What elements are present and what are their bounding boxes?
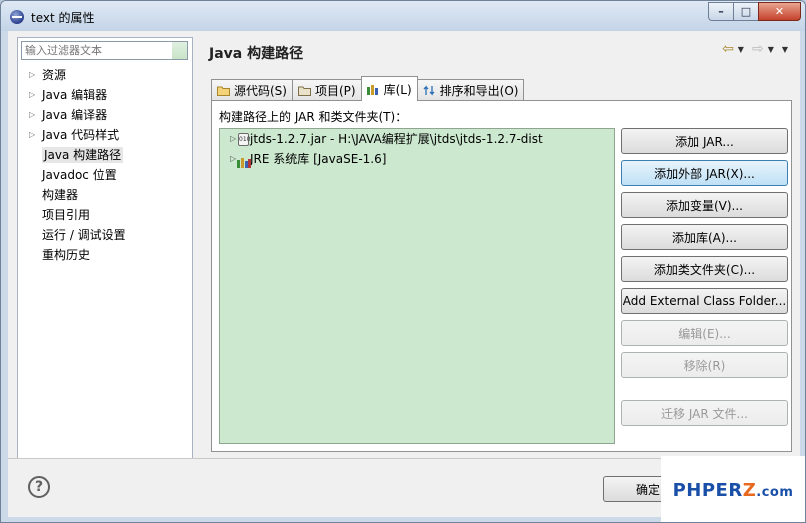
view-menu-chevron-down-icon[interactable]: ▼ <box>782 45 788 54</box>
minimize-button[interactable]: – <box>708 2 734 21</box>
tab-order-export-label: 排序和导出(O) <box>439 84 519 98</box>
tree-item-java-editor[interactable]: ▷ Java 编辑器 <box>18 85 192 105</box>
filter-field <box>21 41 188 60</box>
tree-item-run-debug-settings[interactable]: 运行 / 调试设置 <box>18 225 192 245</box>
window-title: text 的属性 <box>31 11 95 25</box>
filter-clear-icon[interactable] <box>172 42 187 59</box>
tree-item-label: Java 代码样式 <box>42 128 120 142</box>
jar-list[interactable]: ▷ 010 jtds-1.2.7.jar - H:\JAVA编程扩展\jtds\… <box>219 128 615 444</box>
tree-item-label: Javadoc 位置 <box>42 168 117 182</box>
tree-item-label: 运行 / 调试设置 <box>42 228 126 242</box>
jar-list-label: 构建路径上的 JAR 和类文件夹(T)： <box>219 110 408 124</box>
library-icon <box>237 154 251 168</box>
build-path-tabs: 源代码(S) 项目(P) 库(L) 排序和导出(O) <box>211 76 525 101</box>
edit-button[interactable]: 编辑(E)... <box>621 320 788 346</box>
add-variable-button[interactable]: 添加变量(V)... <box>621 192 788 218</box>
remove-button[interactable]: 移除(R) <box>621 352 788 378</box>
page-title: Java 构建路径 <box>209 46 304 62</box>
tree-item-builders[interactable]: 构建器 <box>18 185 192 205</box>
tree-item-resource[interactable]: ▷ 资源 <box>18 65 192 85</box>
filter-input[interactable] <box>22 42 187 59</box>
add-jar-button[interactable]: 添加 JAR... <box>621 128 788 154</box>
maximize-button[interactable]: □ <box>733 2 759 21</box>
dialog-client: ▷ 资源 ▷ Java 编辑器 ▷ Java 编译器 ▷ Java 代码样式 J… <box>8 31 800 517</box>
window-controls: – □ ✕ <box>708 2 801 21</box>
help-icon[interactable]: ? <box>28 476 50 498</box>
add-external-class-folder-button[interactable]: Add External Class Folder... <box>621 288 788 314</box>
title-bar[interactable]: text 的属性 – □ ✕ <box>1 1 805 31</box>
tab-projects[interactable]: 项目(P) <box>291 79 362 101</box>
history-nav: ⇦ ▼ ⇨ ▼ ▼ <box>722 41 792 57</box>
back-arrow-icon[interactable]: ⇦ <box>722 41 734 57</box>
add-library-button[interactable]: 添加库(A)... <box>621 224 788 250</box>
add-class-folder-button[interactable]: 添加类文件夹(C)... <box>621 256 788 282</box>
tree-item-java-build-path[interactable]: Java 构建路径 <box>18 145 192 165</box>
tree-item-label: 资源 <box>42 68 67 82</box>
tab-projects-label: 项目(P) <box>314 84 356 98</box>
expand-arrow-icon[interactable]: ▷ <box>29 125 35 145</box>
expand-arrow-icon[interactable]: ▷ <box>29 65 35 85</box>
tab-order-export[interactable]: 排序和导出(O) <box>416 79 525 101</box>
tab-source[interactable]: 源代码(S) <box>211 79 293 101</box>
property-page-tree: ▷ 资源 ▷ Java 编辑器 ▷ Java 编译器 ▷ Java 代码样式 J… <box>17 37 193 459</box>
tree-item-javadoc-location[interactable]: Javadoc 位置 <box>18 165 192 185</box>
tree-item-refactoring-history[interactable]: 重构历史 <box>18 245 192 265</box>
add-external-jar-button[interactable]: 添加外部 JAR(X)... <box>621 160 788 186</box>
expand-arrow-icon[interactable]: ▷ <box>230 129 236 149</box>
tree-item-java-compiler[interactable]: ▷ Java 编译器 <box>18 105 192 125</box>
expand-arrow-icon[interactable]: ▷ <box>29 85 35 105</box>
tab-libraries-label: 库(L) <box>383 82 412 97</box>
back-menu-chevron-down-icon[interactable]: ▼ <box>738 45 744 54</box>
expand-arrow-icon[interactable]: ▷ <box>230 149 236 169</box>
tab-source-label: 源代码(S) <box>234 84 287 98</box>
tree-item-label: 项目引用 <box>42 208 91 222</box>
project-icon <box>297 85 311 96</box>
list-item-label: jtds-1.2.7.jar - H:\JAVA编程扩展\jtds\jtds-1… <box>250 132 543 146</box>
tree-item-label: Java 构建路径 <box>42 147 124 163</box>
tree-item-java-code-style[interactable]: ▷ Java 代码样式 <box>18 125 192 145</box>
properties-dialog: text 的属性 – □ ✕ ▷ 资源 ▷ Java 编辑器 <box>0 0 806 523</box>
watermark-logo: PHPERZ.com <box>661 456 805 522</box>
close-button[interactable]: ✕ <box>758 2 801 21</box>
tree-item-label: 重构历史 <box>42 248 91 262</box>
list-item-jtds-jar[interactable]: ▷ 010 jtds-1.2.7.jar - H:\JAVA编程扩展\jtds\… <box>220 129 614 149</box>
library-buttons: 添加 JAR... 添加外部 JAR(X)... 添加变量(V)... 添加库(… <box>621 128 788 432</box>
libraries-panel: 构建路径上的 JAR 和类文件夹(T)： ▷ 010 jtds-1.2.7.ja… <box>211 100 792 452</box>
folder-source-icon <box>217 85 230 96</box>
forward-menu-chevron-down-icon[interactable]: ▼ <box>768 45 774 54</box>
eclipse-icon <box>10 10 24 24</box>
tree-item-label: 构建器 <box>42 188 79 202</box>
forward-arrow-icon[interactable]: ⇨ <box>752 41 764 57</box>
tree-item-label: Java 编辑器 <box>42 88 108 102</box>
order-export-icon <box>423 85 436 96</box>
list-item-jre-system-library[interactable]: ▷ JRE 系统库 [JavaSE-1.6] <box>220 149 614 169</box>
tree-item-project-references[interactable]: 项目引用 <box>18 205 192 225</box>
watermark-text: PHPERZ.com <box>672 479 794 501</box>
library-icon <box>366 84 380 95</box>
tree: ▷ 资源 ▷ Java 编辑器 ▷ Java 编译器 ▷ Java 代码样式 J… <box>18 65 192 265</box>
list-item-label: JRE 系统库 [JavaSE-1.6] <box>250 152 387 166</box>
tab-libraries[interactable]: 库(L) <box>360 76 418 101</box>
tree-item-label: Java 编译器 <box>42 108 108 122</box>
expand-arrow-icon[interactable]: ▷ <box>29 105 35 125</box>
jar-icon: 010 <box>238 133 250 146</box>
migrate-jar-button[interactable]: 迁移 JAR 文件... <box>621 400 788 426</box>
